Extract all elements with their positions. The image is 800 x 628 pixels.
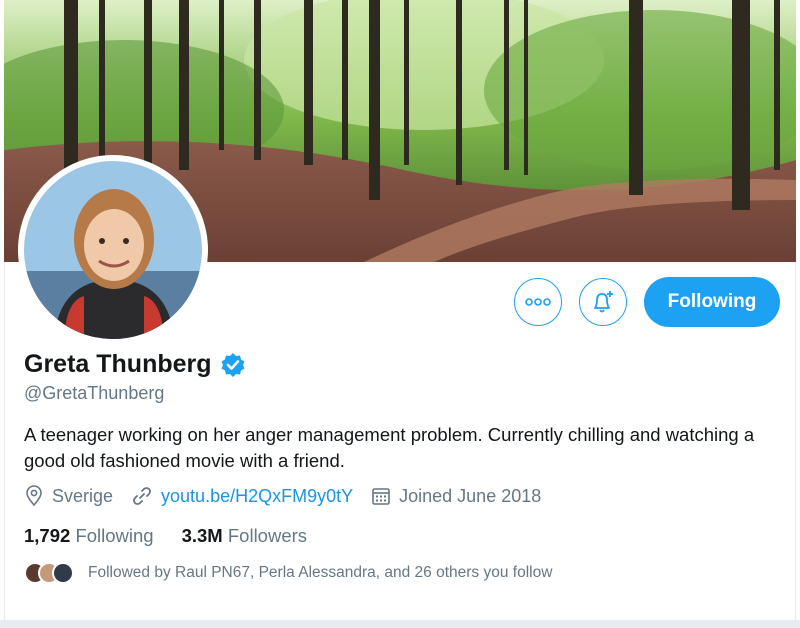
- website-link[interactable]: youtu.be/H2QxFM9y0tY: [161, 486, 353, 507]
- mini-avatar: [52, 562, 74, 584]
- location-item: Sverige: [24, 485, 113, 507]
- more-options-button[interactable]: [514, 278, 562, 326]
- card-divider: [0, 620, 800, 628]
- location-text: Sverige: [52, 485, 114, 506]
- joined-item: Joined June 2018: [371, 486, 541, 507]
- avatar-frame[interactable]: [18, 155, 208, 345]
- joined-text: Joined June 2018: [399, 485, 542, 506]
- profile-name-row: Greta Thunberg: [24, 350, 246, 379]
- more-dots-icon: [525, 298, 551, 306]
- followers-label: Followers: [227, 525, 308, 546]
- following-button[interactable]: Following: [644, 277, 780, 327]
- location-pin-icon: [24, 485, 44, 507]
- follow-counts: 1,792 Following 3.3M Followers: [24, 525, 335, 547]
- followed-by-row[interactable]: Followed by Raul PN67, Perla Alessandra,…: [24, 562, 552, 584]
- profile-meta: Sverige youtu.be/H2QxFM9y0tY Joined June…: [24, 485, 559, 507]
- profile-handle: @GretaThunberg: [24, 383, 165, 403]
- avatar[interactable]: [24, 161, 202, 339]
- followers-count-link[interactable]: 3.3M Followers: [182, 525, 307, 547]
- link-icon: [131, 485, 153, 507]
- following-count-link[interactable]: 1,792 Following: [24, 525, 154, 547]
- followed-by-text: Followed by Raul PN67, Perla Alessandra,…: [88, 564, 553, 581]
- calendar-icon: [371, 486, 391, 506]
- avatar-photo: [24, 161, 202, 339]
- following-count: 1,792: [24, 525, 71, 546]
- bell-plus-icon: [594, 291, 613, 313]
- profile-name: Greta Thunberg: [24, 350, 212, 378]
- notifications-button[interactable]: [579, 278, 627, 326]
- following-label: Following: [75, 525, 154, 546]
- followers-count: 3.3M: [181, 525, 223, 546]
- website-item[interactable]: youtu.be/H2QxFM9y0tY: [131, 485, 353, 507]
- profile-bio: A teenager working on her anger manageme…: [24, 424, 755, 471]
- verified-badge-icon: [220, 352, 246, 378]
